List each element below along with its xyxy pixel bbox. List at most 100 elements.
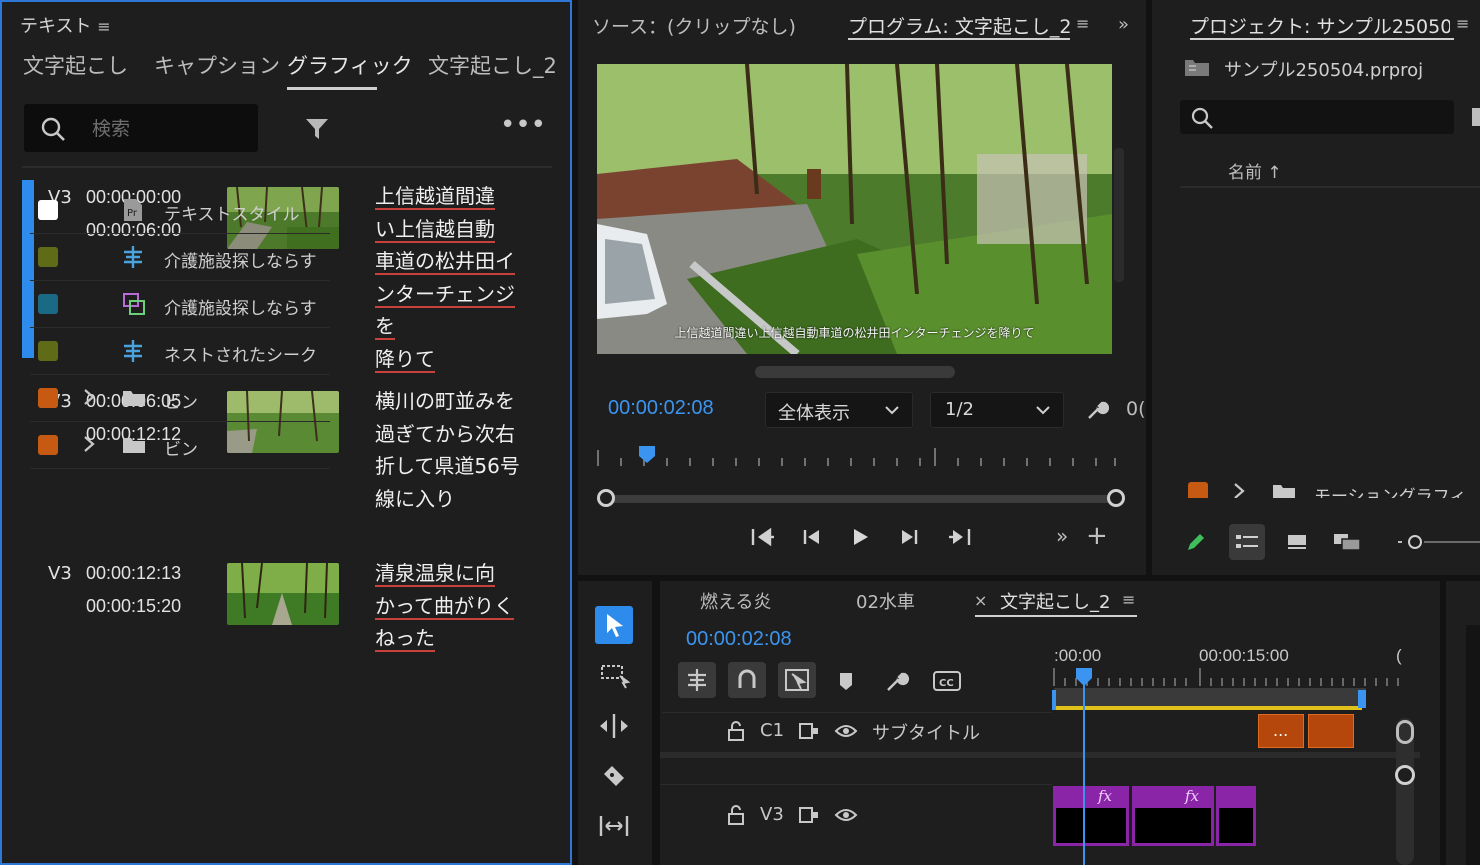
monitor-time-ruler[interactable] [597, 440, 1119, 470]
sync-lock-icon[interactable] [798, 805, 820, 825]
timeline-timecode[interactable]: 00:00:02:08 [686, 628, 792, 651]
go-to-in-icon[interactable] [750, 525, 776, 549]
linked-selection-button[interactable] [778, 662, 816, 698]
sync-lock-icon[interactable] [798, 721, 820, 741]
panel-menu-icon[interactable]: ≡ [1076, 14, 1089, 33]
freeform-view-icon[interactable] [1332, 530, 1362, 554]
tab-captions[interactable]: キャプション [154, 50, 280, 80]
scrollbar[interactable] [1114, 148, 1124, 282]
label-color-swatch[interactable] [38, 341, 58, 361]
panel-menu-icon[interactable]: ≡ [1122, 590, 1135, 609]
button-editor-add-icon[interactable]: + [1086, 521, 1108, 551]
scrollbar-handle[interactable] [1395, 765, 1415, 785]
label-color-swatch[interactable] [38, 435, 58, 455]
label-color-swatch[interactable] [38, 388, 58, 408]
icon-view-icon[interactable] [1285, 530, 1309, 554]
segment-text[interactable]: 横川の町並みを 過ぎてから次右 折して県道56号 線に入り [375, 385, 525, 515]
add-marker-icon[interactable] [836, 670, 856, 692]
timeline-tab-transcript-2[interactable]: 文字起こし_2 [1000, 588, 1110, 614]
name-column-header[interactable]: 名前 ↑ [1228, 158, 1282, 183]
out-point-handle[interactable] [1358, 690, 1366, 708]
source-monitor-tab[interactable]: ソース：(クリップなし) [592, 12, 796, 39]
tab-graphics[interactable]: グラフィック [287, 50, 413, 80]
timeline-tab-fire[interactable]: 燃える炎 [700, 588, 771, 614]
program-monitor-tab[interactable]: プログラム: 文字起こし_2 [848, 12, 1070, 39]
active-tab-indicator [1190, 38, 1454, 40]
work-area-bar[interactable] [1054, 688, 1366, 708]
nest-sequence-button[interactable] [678, 662, 716, 698]
horizontal-scrollbar[interactable] [755, 366, 955, 378]
pencil-icon[interactable] [1184, 530, 1208, 554]
new-item-icon[interactable] [1472, 108, 1480, 126]
graphic-clip[interactable] [1216, 786, 1256, 846]
filter-icon[interactable] [304, 116, 330, 142]
label-color-swatch[interactable] [38, 200, 58, 220]
track-name-subtitles[interactable]: サブタイトル [872, 719, 980, 745]
project-item[interactable]: 介護施設探しならす [30, 282, 330, 328]
graphic-clip[interactable]: fx [1132, 786, 1214, 846]
label-color-swatch[interactable] [1188, 482, 1208, 498]
project-item[interactable]: ネストされたシーク [30, 329, 330, 375]
chevron-right-icon[interactable] [82, 387, 96, 407]
project-item[interactable]: ビン [30, 376, 330, 422]
panel-menu-icon[interactable]: ≡ [1456, 14, 1469, 33]
chevron-right-icon[interactable] [1232, 481, 1246, 498]
label-color-swatch[interactable] [38, 247, 58, 267]
label-color-swatch[interactable] [38, 294, 58, 314]
track-id-c1[interactable]: C1 [760, 720, 784, 741]
captions-icon[interactable]: CC [932, 670, 962, 692]
more-controls-icon[interactable]: » [1056, 524, 1068, 548]
project-item[interactable]: Pr テキストスタイル [30, 188, 330, 234]
segment-text[interactable]: 清泉温泉に向 かって曲がりく ねった [375, 557, 525, 655]
in-point-handle[interactable] [1052, 690, 1056, 710]
project-item[interactable]: モーショングラフィ [1180, 470, 1480, 498]
slip-tool-icon[interactable] [598, 812, 630, 840]
chevron-right-icon[interactable] [82, 434, 96, 454]
zoom-scroll-bar[interactable] [597, 489, 1125, 509]
razor-tool-icon[interactable] [600, 762, 628, 790]
track-divider[interactable] [660, 752, 1420, 758]
playhead-line[interactable] [1083, 684, 1085, 865]
project-item[interactable]: 介護施設探しならす [30, 235, 330, 281]
segment-thumbnail [227, 563, 339, 625]
timeline-ruler[interactable] [1052, 666, 1402, 688]
playhead-handle[interactable] [1075, 667, 1093, 687]
tab-transcript[interactable]: 文字起こし [23, 50, 128, 80]
eye-icon[interactable] [834, 805, 858, 825]
zoom-level-select[interactable]: 全体表示 [765, 392, 913, 428]
segment-text[interactable]: 上信越道間違 い上信越自動 車道の松井田イ ンターチェンジを 降りて [375, 180, 525, 375]
playback-resolution-select[interactable]: 1/2 [930, 392, 1064, 428]
close-tab-icon[interactable]: × [974, 591, 987, 610]
tab-transcript-2[interactable]: 文字起こし_2 [428, 50, 557, 80]
settings-wrench-icon[interactable] [1085, 398, 1109, 422]
scrollbar-handle[interactable] [1396, 720, 1414, 744]
zoom-slider[interactable] [1398, 532, 1480, 552]
go-to-out-icon[interactable] [947, 525, 973, 549]
graphic-clip[interactable]: fx [1053, 786, 1129, 846]
project-item[interactable]: ビン [30, 423, 330, 469]
work-area-range[interactable] [1054, 706, 1362, 710]
list-view-button[interactable] [1229, 524, 1265, 560]
more-options-icon[interactable]: ••• [500, 110, 546, 140]
project-search-input[interactable] [1180, 100, 1454, 134]
lock-icon[interactable] [726, 720, 746, 742]
eye-icon[interactable] [834, 721, 858, 741]
playhead-timecode[interactable]: 00:00:02:08 [608, 397, 714, 420]
project-tab[interactable]: プロジェクト: サンプル25050 [1190, 12, 1450, 39]
caption-clip[interactable] [1308, 714, 1354, 748]
track-id-v3[interactable]: V3 [760, 804, 784, 825]
caption-clip[interactable]: ... [1258, 714, 1304, 748]
step-back-icon[interactable] [800, 525, 824, 549]
track-select-forward-icon[interactable] [600, 662, 632, 690]
play-icon[interactable] [848, 525, 872, 549]
expand-panels-icon[interactable]: » [1118, 14, 1129, 35]
snap-button[interactable] [728, 662, 766, 698]
timeline-tab-watermill[interactable]: 02水車 [856, 588, 915, 614]
ripple-edit-icon[interactable] [598, 712, 630, 740]
program-video-frame[interactable] [597, 64, 1112, 354]
selection-tool-button[interactable] [595, 606, 633, 644]
timeline-settings-wrench-icon[interactable] [884, 668, 910, 694]
step-forward-icon[interactable] [897, 525, 921, 549]
project-item-name: テキストスタイル [164, 205, 300, 225]
lock-icon[interactable] [726, 804, 746, 826]
